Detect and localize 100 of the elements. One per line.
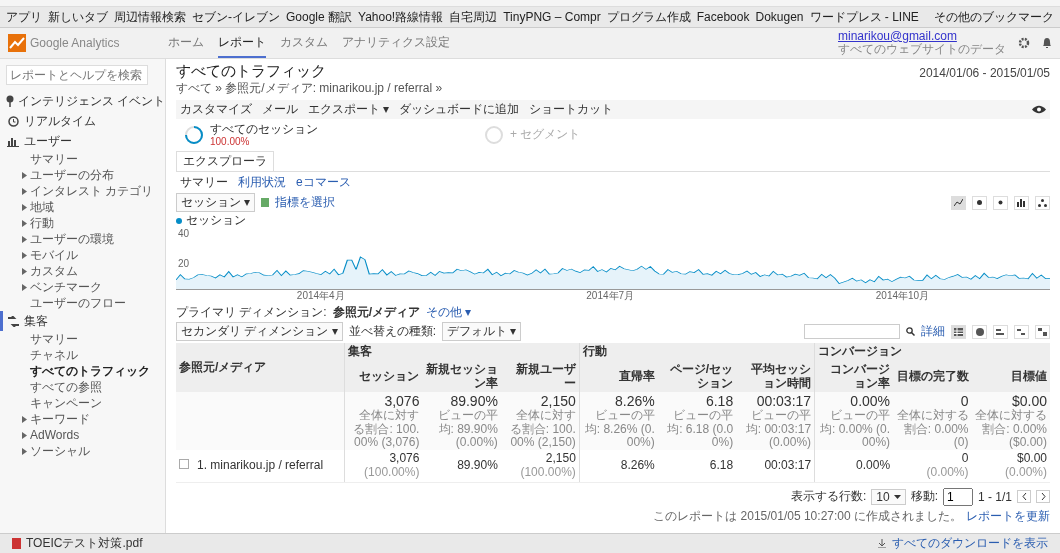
- sidebar-subitem[interactable]: インタレスト カテゴリ: [0, 183, 165, 199]
- select-metric-link[interactable]: 指標を選択: [275, 194, 336, 211]
- sidebar-subitem[interactable]: カスタム: [0, 263, 165, 279]
- bookmark[interactable]: アプリ: [6, 8, 42, 26]
- bookmark[interactable]: Google 翻訳: [286, 8, 353, 26]
- sidebar-subitem[interactable]: ユーザーの環境: [0, 231, 165, 247]
- view-button[interactable]: [1035, 195, 1050, 210]
- bookmark[interactable]: セブン-イレブン: [192, 8, 280, 26]
- sort-dropdown[interactable]: デフォルト ▾: [442, 322, 522, 341]
- segment-selector[interactable]: すべてのセッション 100.00%: [184, 122, 354, 148]
- sidebar-subitem[interactable]: 行動: [0, 215, 165, 231]
- column-header[interactable]: 参照元/メディア: [176, 343, 344, 393]
- column-header[interactable]: コンバージョン率: [814, 360, 894, 393]
- bookmark[interactable]: プログラム作成: [606, 8, 691, 26]
- column-group-header: 集客: [344, 343, 580, 361]
- goto-field[interactable]: 1: [942, 487, 973, 506]
- sidebar-subitem[interactable]: ソーシャル: [0, 443, 165, 459]
- secondary-dimension-dropdown[interactable]: セカンダリ ディメンション ▾: [176, 322, 343, 341]
- sidebar-item[interactable]: インテリジェンス イベント: [0, 91, 165, 111]
- row-checkbox[interactable]: [179, 458, 189, 469]
- sidebar-item[interactable]: 集客: [0, 311, 165, 331]
- sidebar-subitem[interactable]: キャンペーン: [0, 395, 165, 411]
- bookmark[interactable]: Dokugen: [755, 10, 804, 24]
- next-page-button[interactable]: [1036, 490, 1050, 504]
- toolbar-button[interactable]: ダッシュボードに追加: [399, 101, 520, 118]
- column-header[interactable]: セッション: [344, 360, 423, 393]
- total-cell: $0.00 全体に対する割合: 0.00% ($0.00): [971, 392, 1050, 451]
- explorer-tab[interactable]: エクスプローラ: [176, 151, 274, 171]
- column-header[interactable]: 直帰率: [579, 360, 658, 393]
- sidebar-item[interactable]: ユーザー: [0, 131, 165, 151]
- date-range[interactable]: 2014/01/06 - 2015/01/05: [919, 66, 1050, 80]
- view-button[interactable]: [951, 324, 966, 339]
- view-button[interactable]: [993, 324, 1008, 339]
- view-button[interactable]: [1014, 195, 1029, 210]
- source-link[interactable]: minarikou.jp / referral: [210, 457, 324, 472]
- toolbar-button[interactable]: エクスポート ▾: [308, 101, 390, 118]
- dot-icon: [998, 200, 1003, 205]
- view-button[interactable]: [972, 195, 987, 210]
- report-subtab[interactable]: eコマース: [296, 174, 351, 191]
- view-button[interactable]: [951, 195, 966, 210]
- other-dimension-link[interactable]: その他 ▾: [426, 304, 472, 321]
- previous-page-button[interactable]: [1017, 490, 1031, 504]
- rows-dropdown[interactable]: 10: [871, 488, 906, 505]
- download-item[interactable]: TOEICテスト対策.pdf: [12, 535, 143, 552]
- primary-dimension[interactable]: 参照元/メディア: [332, 304, 420, 321]
- view-button[interactable]: [1035, 324, 1050, 339]
- bell-icon[interactable]: [1042, 37, 1052, 49]
- column-header[interactable]: 目標の完了数: [893, 360, 972, 393]
- bookmark[interactable]: Yahoo!路線情報: [358, 8, 444, 26]
- bookmark-folder[interactable]: その他のブックマーク: [934, 8, 1054, 26]
- bookmark[interactable]: ワードプレス - LINE: [809, 8, 919, 26]
- report-subtab[interactable]: サマリー: [180, 174, 228, 191]
- account-email[interactable]: minarikou@gmail.com: [838, 29, 1006, 43]
- view-button[interactable]: [993, 195, 1008, 210]
- table-search-field[interactable]: [804, 324, 900, 339]
- bookmark[interactable]: 新しいタブ: [48, 8, 108, 26]
- sidebar-subitem[interactable]: 地域: [0, 199, 165, 215]
- column-header[interactable]: ページ/セッション: [657, 360, 737, 393]
- sidebar-subitem[interactable]: すべての参照: [0, 379, 165, 395]
- sidebar-subitem[interactable]: サマリー: [0, 331, 165, 347]
- nav-tab[interactable]: アナリティクス設定: [342, 28, 450, 58]
- eye-icon[interactable]: [1032, 105, 1046, 114]
- bookmark[interactable]: 自宅周辺: [449, 8, 498, 26]
- sidebar-subitem[interactable]: すべてのトラフィック: [0, 363, 165, 379]
- breadcrumb[interactable]: すべて » 参照元/メディア: minarikou.jp / referral »: [176, 80, 443, 97]
- advanced-link[interactable]: 詳細: [921, 323, 945, 340]
- sidebar-subitem[interactable]: ベンチマーク: [0, 279, 165, 295]
- view-button[interactable]: [972, 324, 987, 339]
- search-field[interactable]: レポートとヘルプを検索: [6, 65, 148, 85]
- metric-dropdown[interactable]: セッション ▾: [176, 193, 256, 212]
- column-header[interactable]: 目標値: [971, 360, 1050, 393]
- nav-tab[interactable]: レポート: [218, 28, 266, 58]
- column-header[interactable]: 平均セッション時間: [736, 360, 815, 393]
- nav-tab[interactable]: ホーム: [168, 28, 204, 58]
- refresh-report-link[interactable]: レポートを更新: [966, 507, 1050, 525]
- nav-tab[interactable]: カスタム: [280, 28, 328, 58]
- sidebar-subitem[interactable]: ユーザーのフロー: [0, 295, 165, 311]
- sidebar-subitem[interactable]: キーワード: [0, 411, 165, 427]
- sidebar-subitem[interactable]: モバイル: [0, 247, 165, 263]
- view-button[interactable]: [1014, 324, 1029, 339]
- sidebar-subitem[interactable]: AdWords: [0, 427, 165, 443]
- toolbar-button[interactable]: メール: [262, 101, 298, 118]
- toolbar-button[interactable]: ショートカット: [529, 101, 614, 118]
- sidebar-subitem[interactable]: チャネル: [0, 347, 165, 363]
- show-all-downloads-link[interactable]: すべてのダウンロードを表示: [892, 535, 1048, 552]
- sidebar-item[interactable]: リアルタイム: [0, 111, 165, 131]
- toolbar-button[interactable]: カスタマイズ: [180, 101, 252, 118]
- bookmark[interactable]: TinyPNG – Compr: [503, 10, 601, 24]
- grid-icon: [1038, 327, 1047, 336]
- sidebar-subitem[interactable]: サマリー: [0, 151, 165, 167]
- column-header[interactable]: 新規ユーザー: [500, 360, 580, 393]
- column-header[interactable]: 新規セッション率: [422, 360, 501, 393]
- report-subtab[interactable]: 利用状況: [238, 174, 286, 191]
- table-cell: $0.00 (0.00%): [971, 450, 1050, 483]
- search-icon[interactable]: [906, 327, 915, 336]
- bookmark[interactable]: Facebook: [696, 10, 750, 24]
- table-cell: 3,076 (100.00%): [344, 450, 423, 483]
- sidebar-subitem[interactable]: ユーザーの分布: [0, 167, 165, 183]
- settings-icon[interactable]: [1018, 37, 1030, 49]
- bookmark[interactable]: 周辺情報検索: [114, 8, 186, 26]
